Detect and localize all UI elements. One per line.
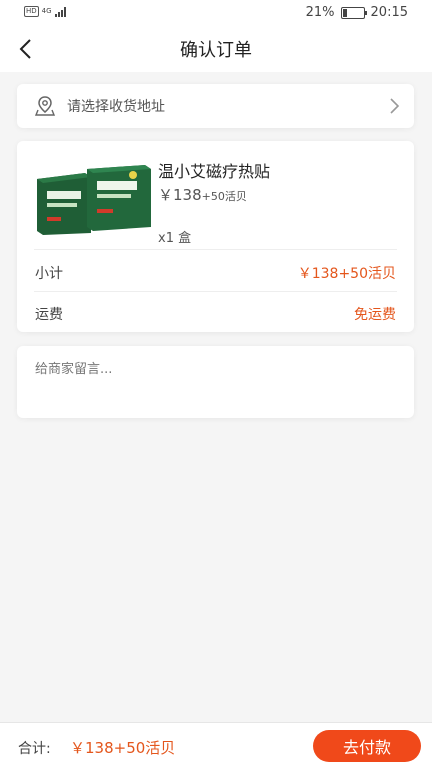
clock: 20:15 (370, 5, 408, 20)
divider (34, 249, 397, 250)
product-image[interactable] (33, 157, 159, 237)
price-extra: +50活贝 (201, 190, 247, 203)
pay-button[interactable]: 去付款 (313, 730, 421, 762)
battery-icon (340, 6, 367, 19)
price-main: 138 (173, 186, 202, 204)
product-name[interactable]: 温小艾磁疗热贴 (158, 158, 270, 182)
status-bar: HD 4G 21% 20:15 (0, 0, 432, 26)
product-price: ￥138+50活贝 (158, 184, 247, 205)
checkout-bar: 合计: ￥138+50活贝 去付款 (0, 722, 432, 769)
battery-percent: 21% (305, 5, 335, 20)
address-placeholder: 请选择收货地址 (67, 99, 165, 115)
divider (34, 291, 397, 292)
page-title: 确认订单 (180, 40, 252, 61)
network-type: 4G (41, 7, 52, 15)
chevron-right-icon (390, 98, 400, 114)
total-label: 合计: (18, 741, 51, 757)
status-left: HD 4G (24, 6, 66, 17)
subtotal-label: 小计 (35, 266, 63, 282)
nav-bar: 确认订单 (0, 26, 432, 72)
shipping-label: 运费 (35, 307, 63, 323)
total-value: ￥138+50活贝 (70, 739, 176, 757)
status-right: 21% 20:15 (306, 5, 408, 20)
subtotal-value: ￥138+50活贝 (297, 266, 396, 282)
shipping-value: 免运费 (354, 307, 396, 323)
signal-icon (54, 6, 66, 17)
hd-indicator: HD (24, 6, 39, 17)
price-symbol: ￥ (158, 186, 174, 204)
seller-message-input[interactable] (17, 346, 414, 418)
product-quantity: x1 盒 (158, 231, 192, 246)
order-card: 温小艾磁疗热贴 ￥138+50活贝 x1 盒 小计 ￥138+50活贝 运费 免… (17, 141, 414, 332)
address-selector[interactable]: 请选择收货地址 (17, 84, 414, 128)
message-card (17, 346, 414, 418)
location-pin-icon (35, 96, 55, 116)
